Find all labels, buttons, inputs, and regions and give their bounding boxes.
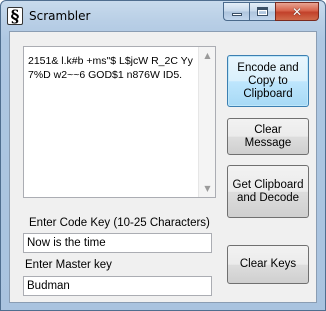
message-scrollbar[interactable]: ▲ ▼ [198, 47, 215, 197]
caption-buttons: ✕ [223, 2, 319, 21]
master-key-label: Enter Master key [25, 259, 112, 271]
master-key-input[interactable]: Budman [23, 276, 212, 296]
message-textarea[interactable]: 2151& l.k#b +ms"$ L$jcW R_2C Yy7%D w2~~6… [23, 46, 216, 198]
clear-message-button[interactable]: Clear Message [227, 118, 309, 155]
code-key-label: Enter Code Key (10-25 Characters) [29, 217, 210, 229]
code-key-input[interactable]: Now is the time [23, 233, 212, 253]
window-title: Scrambler [29, 9, 91, 23]
maximize-icon [257, 7, 268, 16]
close-button[interactable]: ✕ [275, 2, 319, 21]
maximize-button[interactable] [249, 2, 275, 21]
scroll-up-arrow-icon[interactable]: ▲ [199, 47, 216, 64]
scroll-down-arrow-icon[interactable]: ▼ [199, 180, 216, 197]
scrambler-window: § Scrambler ✕ 2151& l.k#b +ms"$ L$jcW R_… [0, 0, 326, 311]
close-icon: ✕ [291, 4, 303, 19]
app-icon: § [7, 7, 23, 26]
minimize-icon [231, 13, 242, 16]
encode-copy-button[interactable]: Encode and Copy to Clipboard [227, 55, 309, 107]
get-clipboard-decode-button[interactable]: Get Clipboard and Decode [227, 165, 309, 218]
clear-keys-button[interactable]: Clear Keys [227, 245, 309, 284]
message-text[interactable]: 2151& l.k#b +ms"$ L$jcW R_2C Yy7%D w2~~6… [28, 54, 196, 82]
title-bar[interactable]: § Scrambler ✕ [1, 1, 325, 31]
window-bottom-border [1, 302, 325, 310]
client-area: 2151& l.k#b +ms"$ L$jcW R_2C Yy7%D w2~~6… [9, 31, 317, 303]
minimize-button[interactable] [223, 2, 249, 21]
